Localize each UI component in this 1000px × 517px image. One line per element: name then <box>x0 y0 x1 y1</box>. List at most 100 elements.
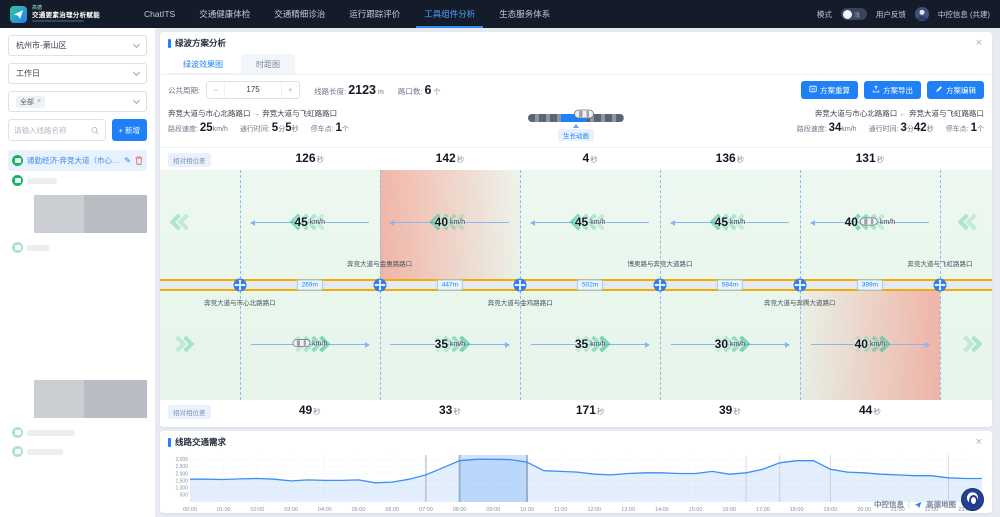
logo-subtitle: 交通要素治理分析赋能 <box>32 12 100 19</box>
svg-text:16:00: 16:00 <box>722 507 736 513</box>
svg-text:09:00: 09:00 <box>486 507 500 513</box>
stepper-minus-button[interactable]: − <box>207 85 224 95</box>
nav-tab-1[interactable]: ChatITS <box>144 0 175 28</box>
route-item-faded[interactable] <box>8 423 147 442</box>
greenwave-chevrons <box>962 338 978 350</box>
greenwave-diagram[interactable]: 奔竞大道与市心北路路口奔竞大道与金惠路路口奔竞大道与金鸡路路口博奥路与奔竞大道路… <box>160 170 992 400</box>
segment-distance-badge: 584m <box>717 280 743 291</box>
intersection-icon[interactable] <box>933 278 947 292</box>
nav-tab-5[interactable]: 工具组件分析 <box>424 0 475 28</box>
phase-offset-value: 39秒 <box>719 403 741 417</box>
forward-direction: 奔竞大道与市心北路路口 → 奔竞大道与飞虹路路口 路段速度: 25km/h 通行… <box>168 108 503 134</box>
stepper-plus-button[interactable]: + <box>282 85 299 95</box>
demand-chart[interactable]: 5001,0001,5002,0002,5003,00000:0001:0002… <box>160 451 992 513</box>
analysis-toolbar: 公共周期: − 175 + 线路长度: 2123 m 路口数: 6 个 <box>160 75 992 105</box>
nav-tab-6[interactable]: 生态服务体系 <box>499 0 550 28</box>
intersection-icon[interactable] <box>513 278 527 292</box>
daytype-select[interactable]: 工作日 <box>8 63 147 84</box>
route-item-faded[interactable] <box>8 238 147 257</box>
avatar[interactable] <box>915 7 929 21</box>
category-select[interactable]: 全部× <box>8 91 147 112</box>
intersection-icon[interactable] <box>793 278 807 292</box>
segment-speed-label: km/h <box>292 339 327 350</box>
cycle-stepper[interactable]: − 175 + <box>206 81 300 99</box>
route-type-icon <box>12 446 23 457</box>
svg-text:1,000: 1,000 <box>175 486 188 492</box>
feedback-link[interactable]: 用户反馈 <box>876 9 906 20</box>
segment-distance-badge: 269m <box>297 280 323 291</box>
segment-speed-label: 40km/h <box>855 337 886 351</box>
direction-summary: 奔竞大道与市心北路路口 → 奔竞大道与飞虹路路口 路段速度: 25km/h 通行… <box>160 105 992 148</box>
route-type-icon <box>12 242 23 253</box>
route-name: 通勤经济-奔竞大道（市心北路路口-… <box>27 155 120 166</box>
account-name[interactable]: 中控信息 (共建) <box>938 9 990 20</box>
search-icon <box>91 126 99 135</box>
svg-text:3,000: 3,000 <box>175 457 188 463</box>
delete-icon[interactable] <box>135 156 143 165</box>
export-scheme-button[interactable]: 方案导出 <box>864 81 921 99</box>
close-icon[interactable]: × <box>974 437 984 448</box>
title-accent-bar <box>168 39 171 48</box>
segment-distance-badge: 502m <box>577 280 603 291</box>
slider-track[interactable] <box>528 114 624 122</box>
amap-plane-icon <box>914 501 922 509</box>
phase-offset-value: 142秒 <box>436 151 465 165</box>
reverse-direction: 奔竞大道与市心北路路口 ← 奔竞大道与飞虹路路口 路段速度: 34km/h 通行… <box>649 108 984 134</box>
intersection-icon[interactable] <box>373 278 387 292</box>
intersection-icon[interactable] <box>653 278 667 292</box>
stepper-value: 175 <box>224 82 282 98</box>
svg-text:20:00: 20:00 <box>857 507 871 513</box>
nav-tab-4[interactable]: 运行跟踪评价 <box>349 0 400 28</box>
svg-text:500: 500 <box>180 493 189 499</box>
segment-speed-label: 30km/h <box>715 337 746 351</box>
edit-icon[interactable]: ✎ <box>124 156 131 165</box>
analysis-tab-2[interactable]: 时距图 <box>241 54 295 74</box>
junction-count-metric: 路口数: 6 个 <box>398 83 441 97</box>
svg-text:05:00: 05:00 <box>352 507 366 513</box>
intersection-name: 博奥路与奔竞大道路口 <box>628 258 693 268</box>
analysis-tab-1[interactable]: 绿波效果图 <box>168 54 238 74</box>
phase-offset-value: 49秒 <box>299 403 321 417</box>
route-list-item[interactable]: 通勤经济-奔竞大道（市心北路路口-… ✎ <box>8 150 147 171</box>
phase-offset-badge: 相对相位差 <box>168 153 211 167</box>
route-length-metric: 线路长度: 2123 m <box>314 83 384 97</box>
route-item-faded[interactable] <box>8 171 147 190</box>
theme-toggle[interactable]: 浅 <box>841 8 867 20</box>
tag-close-icon[interactable]: × <box>37 98 41 105</box>
analysis-title: 绿波方案分析 <box>175 37 974 49</box>
nav-tab-2[interactable]: 交通健康体检 <box>199 0 250 28</box>
segment-speed-label: 35km/h <box>435 337 466 351</box>
category-tag: 全部× <box>16 96 45 108</box>
svg-text:19:00: 19:00 <box>823 507 837 513</box>
edit-scheme-button[interactable]: 方案编辑 <box>927 81 984 99</box>
phase-offset-value: 126秒 <box>295 151 324 165</box>
toggle-knob <box>843 10 852 19</box>
toggle-value: 浅 <box>854 10 860 19</box>
car-icon[interactable] <box>574 106 594 124</box>
amap-mascot-logo[interactable] <box>961 488 984 511</box>
traffic-demand-card: 线路交通需求 × 5001,0001,5002,0002,5003,00000:… <box>160 431 992 513</box>
route-item-faded[interactable] <box>8 442 147 461</box>
svg-text:06:00: 06:00 <box>385 507 399 513</box>
intersection-icon[interactable] <box>233 278 247 292</box>
route-list: 通勤经济-奔竞大道（市心北路路口-… ✎ <box>8 150 147 171</box>
nav-tab-3[interactable]: 交通精细诊治 <box>274 0 325 28</box>
redacted-block <box>34 380 147 418</box>
topbar: 高德 交通要素治理分析赋能 ChatITS 交通健康体检交通精细诊治运行跟踪评价工… <box>0 0 1000 28</box>
arrow-right-icon: → <box>253 109 261 118</box>
recalc-scheme-button[interactable]: 方案重算 <box>801 81 858 99</box>
car-icon <box>860 217 878 228</box>
app-logo[interactable]: 高德 交通要素治理分析赋能 <box>10 6 128 23</box>
route-search[interactable] <box>8 119 106 141</box>
logo-english-line <box>32 20 84 22</box>
redacted-block <box>34 195 147 233</box>
search-input[interactable] <box>14 126 91 135</box>
close-icon[interactable]: × <box>974 38 984 49</box>
svg-text:1,500: 1,500 <box>175 478 188 484</box>
car-icon <box>292 339 310 350</box>
svg-text:01:00: 01:00 <box>217 507 231 513</box>
edit-icon <box>935 85 943 95</box>
animation-slider[interactable]: 生长动画 <box>503 108 650 141</box>
region-select[interactable]: 杭州市-萧山区 <box>8 35 147 56</box>
add-route-button[interactable]: + 新增 <box>112 119 147 141</box>
